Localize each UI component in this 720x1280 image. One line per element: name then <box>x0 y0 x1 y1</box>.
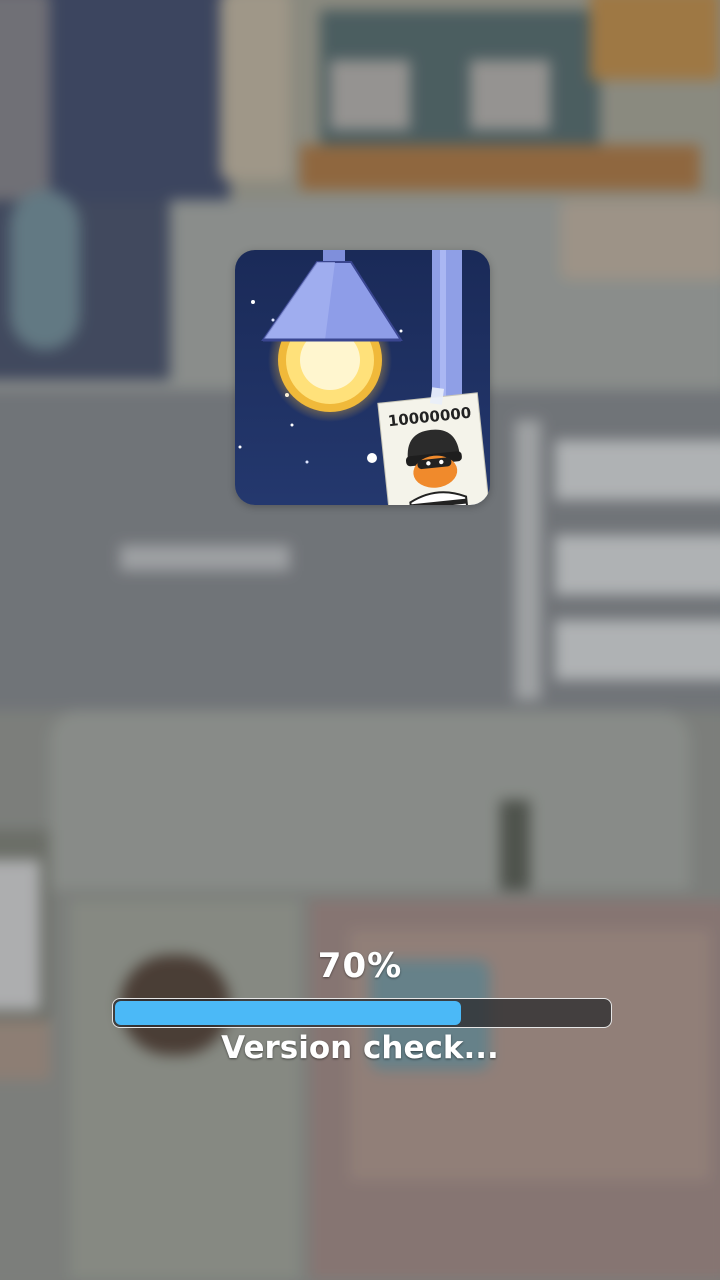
loading-progress-bar <box>112 998 612 1028</box>
loading-percent-label: 70% <box>317 946 403 986</box>
thief-wanted-poster-lamp-icon: 10000000 <box>235 250 490 505</box>
game-app-icon: 10000000 <box>235 250 490 505</box>
game-map-background <box>0 0 720 1280</box>
loading-status-text: Version check... <box>221 1030 499 1066</box>
loading-progress-fill <box>115 1001 461 1025</box>
